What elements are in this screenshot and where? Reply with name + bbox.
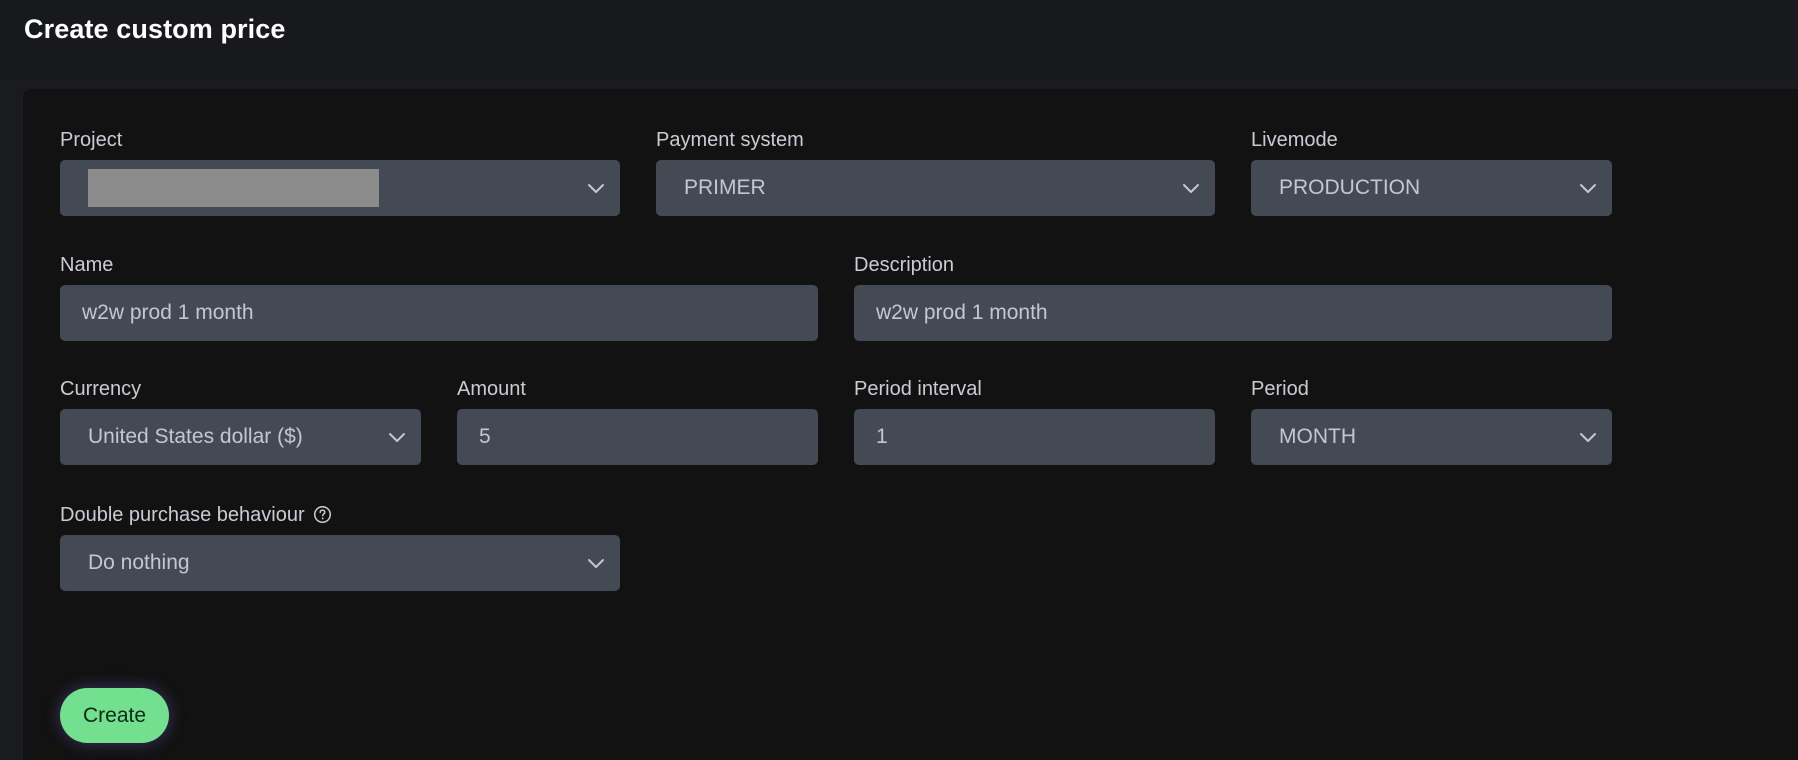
page-header: Create custom price [0, 0, 1798, 80]
amount-value: 5 [479, 425, 491, 448]
currency-select[interactable]: United States dollar ($) [60, 409, 421, 465]
double-purchase-field: Double purchase behaviour Do nothing [60, 503, 620, 591]
description-label: Description [854, 254, 955, 276]
payment-system-value: PRIMER [684, 176, 766, 199]
livemode-field: Livemode PRODUCTION [1251, 128, 1612, 216]
period-select[interactable]: MONTH [1251, 409, 1612, 465]
chevron-down-icon [1183, 184, 1199, 193]
double-purchase-label-row: Double purchase behaviour [60, 503, 620, 527]
chevron-down-icon [1580, 433, 1596, 442]
name-input[interactable]: w2w prod 1 month [60, 285, 818, 341]
period-value: MONTH [1279, 425, 1356, 448]
livemode-value: PRODUCTION [1279, 176, 1421, 199]
project-value-redacted [88, 169, 379, 207]
description-input[interactable]: w2w prod 1 month [854, 285, 1612, 341]
double-purchase-label: Double purchase behaviour [60, 504, 305, 526]
period-interval-input[interactable]: 1 [854, 409, 1215, 465]
chevron-down-icon [1580, 184, 1596, 193]
period-label: Period [1251, 378, 1309, 400]
currency-field: Currency United States dollar ($) [60, 377, 421, 465]
double-purchase-value: Do nothing [88, 551, 190, 574]
page-title: Create custom price [24, 14, 286, 44]
project-label: Project [60, 129, 123, 151]
create-button[interactable]: Create [60, 688, 169, 743]
description-field: Description w2w prod 1 month [854, 253, 1612, 341]
amount-field: Amount 5 [457, 377, 818, 465]
chevron-down-icon [389, 433, 405, 442]
currency-value: United States dollar ($) [88, 425, 303, 448]
question-circle-icon[interactable] [313, 505, 332, 524]
period-field: Period MONTH [1251, 377, 1612, 465]
amount-input[interactable]: 5 [457, 409, 818, 465]
livemode-select[interactable]: PRODUCTION [1251, 160, 1612, 216]
payment-system-field: Payment system PRIMER [656, 128, 1215, 216]
description-value: w2w prod 1 month [876, 301, 1048, 324]
amount-label: Amount [457, 378, 526, 400]
name-field: Name w2w prod 1 month [60, 253, 818, 341]
project-select[interactable] [60, 160, 620, 216]
name-value: w2w prod 1 month [82, 301, 254, 324]
project-field: Project [60, 128, 620, 216]
chevron-down-icon [588, 184, 604, 193]
name-label: Name [60, 254, 114, 276]
payment-system-label: Payment system [656, 129, 804, 151]
chevron-down-icon [588, 559, 604, 568]
period-interval-value: 1 [876, 425, 888, 448]
payment-system-select[interactable]: PRIMER [656, 160, 1215, 216]
livemode-label: Livemode [1251, 129, 1338, 151]
period-interval-field: Period interval 1 [854, 377, 1215, 465]
double-purchase-select[interactable]: Do nothing [60, 535, 620, 591]
period-interval-label: Period interval [854, 378, 982, 400]
currency-label: Currency [60, 378, 142, 400]
